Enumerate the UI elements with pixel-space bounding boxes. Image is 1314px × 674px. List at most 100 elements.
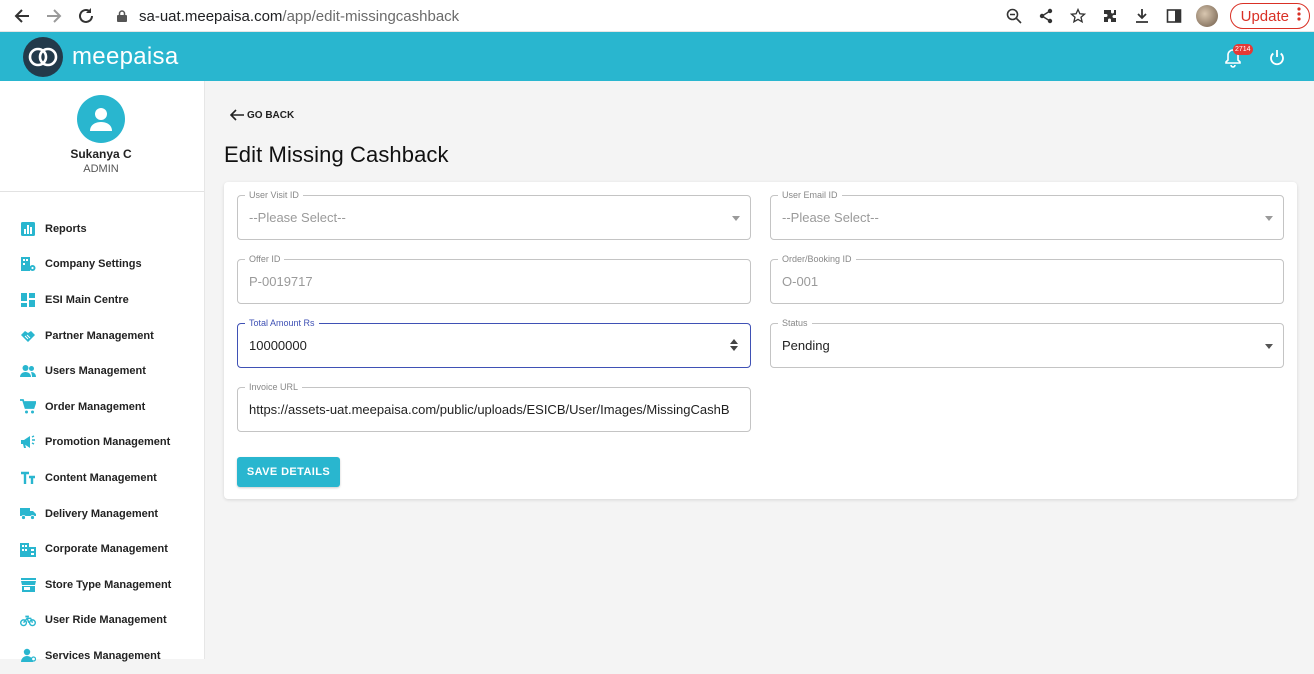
- notification-badge: 2714: [1233, 44, 1253, 55]
- cart-icon: [20, 399, 36, 415]
- extensions-icon[interactable]: [1094, 2, 1126, 30]
- sidebar-item-store-type-management[interactable]: Store Type Management: [0, 567, 204, 603]
- total-amount-field[interactable]: Total Amount Rs 10000000: [237, 317, 751, 368]
- reload-icon[interactable]: [72, 2, 100, 30]
- url-path: /app/edit-missingcashback: [282, 7, 460, 25]
- profile-avatar-icon[interactable]: [1195, 5, 1218, 27]
- divider: [0, 191, 204, 192]
- form-card: User Visit ID --Please Select-- User Ema…: [224, 182, 1297, 499]
- profile-role: ADMIN: [83, 163, 119, 175]
- user-avatar-icon: [77, 95, 125, 143]
- back-arrow-icon[interactable]: [8, 2, 36, 30]
- field-value: https://assets-uat.meepaisa.com/public/u…: [249, 402, 730, 417]
- bike-icon: [20, 612, 36, 628]
- share-icon[interactable]: [1030, 2, 1062, 30]
- field-label: Invoice URL: [245, 381, 303, 393]
- sidebar-item-label: Partner Management: [45, 329, 154, 342]
- download-icon[interactable]: [1126, 2, 1158, 30]
- forward-arrow-icon[interactable]: [40, 2, 68, 30]
- star-icon[interactable]: [1062, 2, 1094, 30]
- sidebar-item-label: Content Management: [45, 471, 157, 484]
- field-value: P-0019717: [249, 274, 313, 289]
- bar-chart-icon: [20, 221, 36, 237]
- app-header: meepaisa: [0, 32, 1314, 81]
- update-button[interactable]: Update: [1229, 3, 1310, 29]
- save-details-button[interactable]: SAVE DETAILS: [237, 457, 340, 487]
- sidebar-item-promotion-management[interactable]: Promotion Management: [0, 425, 204, 461]
- sidebar-menu: Reports Company Settings ESI Main Centre…: [0, 211, 204, 674]
- sidebar-item-esi-main-centre[interactable]: ESI Main Centre: [0, 282, 204, 318]
- sidebar-item-label: Services Management: [45, 649, 161, 662]
- field-label: Status: [778, 317, 812, 329]
- sidebar-item-corporate-management[interactable]: Corporate Management: [0, 531, 204, 567]
- field-label: User Visit ID: [245, 189, 303, 201]
- chevron-down-icon: [732, 216, 740, 221]
- page-title: Edit Missing Cashback: [224, 142, 449, 167]
- text-icon: [20, 470, 36, 486]
- sidebar-item-label: ESI Main Centre: [45, 293, 129, 306]
- megaphone-icon: [20, 434, 36, 450]
- number-stepper-icon[interactable]: [730, 338, 738, 352]
- dashboard-icon: [20, 292, 36, 308]
- sidebar-item-label: Delivery Management: [45, 507, 159, 520]
- sidebar-item-order-management[interactable]: Order Management: [0, 389, 204, 425]
- brand-logo[interactable]: meepaisa: [23, 37, 178, 77]
- zoom-icon[interactable]: [998, 2, 1030, 30]
- store-icon: [20, 577, 36, 593]
- sidebar-item-label: User Ride Management: [45, 614, 167, 627]
- arrow-left-icon: [230, 109, 245, 121]
- truck-icon: [20, 506, 36, 522]
- field-label: User Email ID: [778, 189, 842, 201]
- sidebar-item-label: Promotion Management: [45, 436, 171, 449]
- sidebar-item-delivery-management[interactable]: Delivery Management: [0, 496, 204, 532]
- sidebar-item-label: Corporate Management: [45, 543, 168, 556]
- service-icon: [20, 648, 36, 664]
- select-value: Pending: [782, 338, 830, 353]
- sidebar-item-label: Store Type Management: [45, 578, 172, 591]
- power-icon[interactable]: [1267, 48, 1287, 68]
- invoice-url-field[interactable]: Invoice URL https://assets-uat.meepaisa.…: [237, 381, 751, 432]
- order-booking-id-field[interactable]: Order/Booking ID O-001: [770, 253, 1284, 304]
- lock-icon: [117, 10, 127, 22]
- select-value: --Please Select--: [249, 210, 346, 225]
- field-value: 10000000: [249, 338, 307, 353]
- sidebar-item-services-management[interactable]: Services Management: [0, 638, 204, 674]
- field-label: Total Amount Rs: [245, 317, 319, 329]
- select-value: --Please Select--: [782, 210, 879, 225]
- go-back-label: GO BACK: [247, 109, 295, 121]
- kebab-menu-icon: [1297, 7, 1301, 25]
- company-settings-icon: [20, 256, 36, 272]
- sidebar: Sukanya C ADMIN Reports Company Settings…: [0, 81, 205, 663]
- address-bar[interactable]: sa-uat.meepaisa.com/app/edit-missingcash…: [117, 4, 459, 28]
- go-back-link[interactable]: GO BACK: [230, 109, 294, 121]
- url-host: sa-uat.meepaisa.com: [139, 7, 283, 25]
- field-value: O-001: [782, 274, 819, 289]
- status-select[interactable]: Status Pending: [770, 317, 1284, 368]
- sidebar-item-label: Company Settings: [45, 258, 142, 271]
- side-panel-icon[interactable]: [1158, 2, 1190, 30]
- sidebar-item-content-management[interactable]: Content Management: [0, 460, 204, 496]
- building-icon: [20, 541, 36, 557]
- sidebar-item-user-ride-management[interactable]: User Ride Management: [0, 603, 204, 639]
- sidebar-item-label: Order Management: [45, 400, 146, 413]
- user-email-id-select[interactable]: User Email ID --Please Select--: [770, 189, 1284, 240]
- offer-id-field[interactable]: Offer ID P-0019717: [237, 253, 751, 304]
- brand-name: meepaisa: [72, 43, 179, 70]
- meepaisa-logo-icon: [23, 37, 63, 77]
- browser-toolbar: sa-uat.meepaisa.com/app/edit-missingcash…: [0, 0, 1314, 32]
- field-label: Order/Booking ID: [778, 253, 856, 265]
- sidebar-item-label: Users Management: [45, 365, 146, 378]
- users-icon: [20, 363, 36, 379]
- sidebar-item-reports[interactable]: Reports: [0, 211, 204, 247]
- handshake-icon: [20, 328, 36, 344]
- update-label: Update: [1240, 7, 1289, 25]
- user-visit-id-select[interactable]: User Visit ID --Please Select--: [237, 189, 751, 240]
- profile-name: Sukanya C: [70, 147, 132, 161]
- sidebar-item-label: Reports: [45, 222, 87, 235]
- field-label: Offer ID: [245, 253, 285, 265]
- sidebar-item-company-settings[interactable]: Company Settings: [0, 247, 204, 283]
- chevron-down-icon: [1265, 216, 1273, 221]
- chevron-down-icon: [1265, 344, 1273, 349]
- sidebar-item-users-management[interactable]: Users Management: [0, 353, 204, 389]
- sidebar-item-partner-management[interactable]: Partner Management: [0, 318, 204, 354]
